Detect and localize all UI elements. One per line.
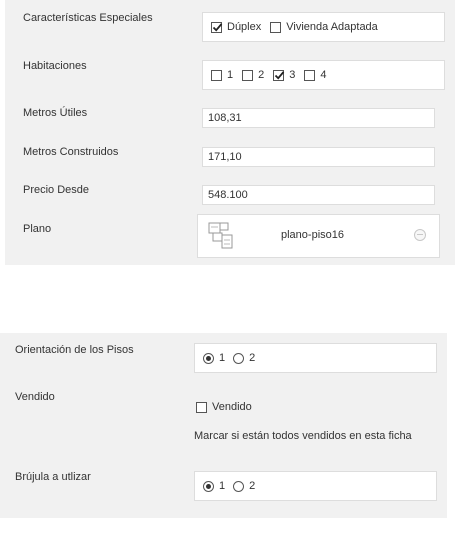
orientacion-1-radio[interactable]: [203, 352, 214, 364]
metros-construidos-label: Metros Construidos: [23, 146, 119, 158]
brujula-option-2[interactable]: 2: [233, 480, 255, 492]
plano-label: Plano: [23, 223, 52, 235]
habitaciones-3-label: 3: [289, 69, 296, 81]
radio-selected-dot: [206, 355, 211, 361]
vendido-description: Marcar si están todos vendidos en esta f…: [194, 430, 412, 442]
vivienda-adaptada-checkbox[interactable]: [270, 21, 282, 33]
orientacion-label: Orientación de los Pisos: [15, 344, 134, 356]
vendido-checkbox[interactable]: [196, 401, 207, 413]
vendido-label: Vendido: [15, 391, 55, 403]
brujula-options: 1 2: [194, 471, 437, 501]
orientacion-2-radio[interactable]: [233, 352, 245, 364]
habitaciones-option-1[interactable]: 1: [211, 69, 233, 81]
caracteristicas-label: Características Especiales: [23, 12, 153, 24]
orientacion-option-2[interactable]: 2: [233, 352, 255, 364]
plano-file-name[interactable]: plano-piso16: [281, 229, 344, 241]
habitaciones-label: Habitaciones: [23, 60, 87, 72]
brujula-2-radio[interactable]: [233, 480, 245, 492]
habitaciones-1-label: 1: [227, 69, 234, 81]
caracteristicas-options: Dúplex Vivienda Adaptada: [202, 12, 445, 42]
vivienda-adaptada-label: Vivienda Adaptada: [286, 21, 378, 33]
metros-construidos-input[interactable]: 171,10: [202, 147, 435, 167]
orientacion-1-label: 1: [219, 352, 226, 364]
habitaciones-option-2[interactable]: 2: [242, 69, 264, 81]
remove-icon[interactable]: [414, 229, 426, 241]
habitaciones-2-label: 2: [258, 69, 265, 81]
brujula-2-label: 2: [249, 480, 256, 492]
brujula-option-1[interactable]: 1: [203, 480, 225, 492]
habitaciones-4-checkbox[interactable]: [304, 69, 316, 81]
duplex-checkbox[interactable]: [211, 21, 223, 33]
metros-utiles-input[interactable]: 108,31: [202, 108, 435, 128]
option-duplex[interactable]: Dúplex: [211, 21, 261, 33]
habitaciones-3-checkbox[interactable]: [273, 69, 285, 81]
brujula-label: Brújula a utlizar: [15, 471, 91, 483]
vendido-checkbox-label: Vendido: [212, 401, 252, 413]
floorplan-thumbnail-icon: [207, 221, 237, 254]
habitaciones-option-3[interactable]: 3: [273, 69, 295, 81]
habitaciones-options: 1 2 3 4: [202, 60, 445, 90]
sales-settings-panel: Orientación de los Pisos 1 2 Vendido Ven…: [0, 333, 447, 518]
precio-desde-input[interactable]: 548.100: [202, 185, 435, 205]
metros-utiles-label: Metros Útiles: [23, 107, 88, 119]
habitaciones-option-4[interactable]: 4: [304, 69, 327, 81]
duplex-label: Dúplex: [227, 21, 262, 33]
radio-selected-dot: [206, 483, 211, 489]
habitaciones-2-checkbox[interactable]: [242, 69, 254, 81]
orientacion-option-1[interactable]: 1: [203, 352, 225, 364]
plano-file-attachment[interactable]: plano-piso16: [197, 214, 440, 258]
orientacion-2-label: 2: [249, 352, 256, 364]
habitaciones-4-label: 4: [320, 69, 327, 81]
precio-desde-label: Precio Desde: [23, 184, 90, 196]
vendido-option[interactable]: Vendido: [196, 401, 252, 413]
brujula-1-label: 1: [219, 480, 226, 492]
brujula-1-radio[interactable]: [203, 480, 214, 492]
checkmark-icon: [275, 70, 285, 80]
habitaciones-1-checkbox[interactable]: [211, 69, 222, 81]
checkmark-icon: [212, 22, 223, 32]
orientacion-options: 1 2: [194, 343, 437, 373]
option-vivienda-adaptada[interactable]: Vivienda Adaptada: [270, 21, 378, 33]
